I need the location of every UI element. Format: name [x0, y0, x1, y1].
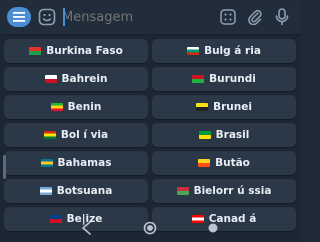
system-nav-bar: [0, 216, 300, 242]
key-bahamas[interactable]: Bahamas: [4, 151, 148, 175]
emoji-icon: [38, 8, 56, 26]
key-label: Bielorr ú ssia: [193, 185, 272, 197]
menu-icon: [13, 12, 25, 22]
text-cursor: [63, 8, 65, 26]
key-brasil[interactable]: Brasil: [152, 123, 296, 147]
key-bielorrussia[interactable]: Bielorr ú ssia: [152, 179, 296, 203]
key-benin[interactable]: Benin: [4, 95, 148, 119]
flag-icon: [198, 159, 211, 167]
key-bahrein[interactable]: Bahrein: [4, 67, 148, 91]
attach-button[interactable]: [245, 7, 265, 27]
flag-icon: [40, 159, 53, 167]
key-label: Brasil: [215, 129, 250, 141]
keyboard-button[interactable]: [218, 7, 238, 27]
key-bolivia[interactable]: Bol í via: [4, 123, 148, 147]
key-label: Bahamas: [57, 157, 112, 169]
recents-icon[interactable]: [206, 221, 220, 235]
key-brunei[interactable]: Brunei: [152, 95, 296, 119]
menu-button[interactable]: [7, 7, 31, 27]
key-label: Burundi: [209, 73, 256, 85]
key-label: Butão: [215, 157, 250, 169]
back-icon[interactable]: [80, 221, 94, 235]
bot-keyboard: Burkina Faso Bulg á ria Bahrein Burundi …: [0, 35, 300, 242]
key-label: Burkina Faso: [46, 45, 123, 57]
home-icon[interactable]: [143, 221, 157, 235]
key-label: Bol í via: [60, 129, 109, 141]
flag-icon: [44, 75, 57, 83]
key-botsuana[interactable]: Botsuana: [4, 179, 148, 203]
flag-icon: [198, 131, 211, 139]
key-label: Bulg á ria: [204, 45, 261, 57]
microphone-icon: [275, 8, 289, 25]
key-label: Brunei: [213, 101, 252, 113]
key-label: Botsuana: [56, 185, 113, 197]
paperclip-icon: [248, 9, 262, 25]
flag-icon: [192, 75, 205, 83]
key-burundi[interactable]: Burundi: [152, 67, 296, 91]
keyboard-icon: [220, 9, 236, 25]
flag-icon: [50, 103, 63, 111]
flag-icon: [196, 103, 209, 111]
key-bulgaria[interactable]: Bulg á ria: [152, 39, 296, 63]
key-burkina-faso[interactable]: Burkina Faso: [4, 39, 148, 63]
mic-button[interactable]: [272, 7, 292, 27]
flag-icon: [43, 131, 56, 139]
scroll-indicator[interactable]: [3, 155, 6, 179]
key-label: Benin: [67, 101, 102, 113]
key-label: Bahrein: [61, 73, 108, 85]
flag-icon: [39, 187, 52, 195]
key-butao[interactable]: Butão: [152, 151, 296, 175]
message-bar: [0, 0, 300, 35]
flag-icon: [176, 187, 189, 195]
flag-icon: [29, 47, 42, 55]
flag-icon: [187, 47, 200, 55]
emoji-button[interactable]: [37, 7, 57, 27]
message-input[interactable]: [62, 7, 208, 27]
